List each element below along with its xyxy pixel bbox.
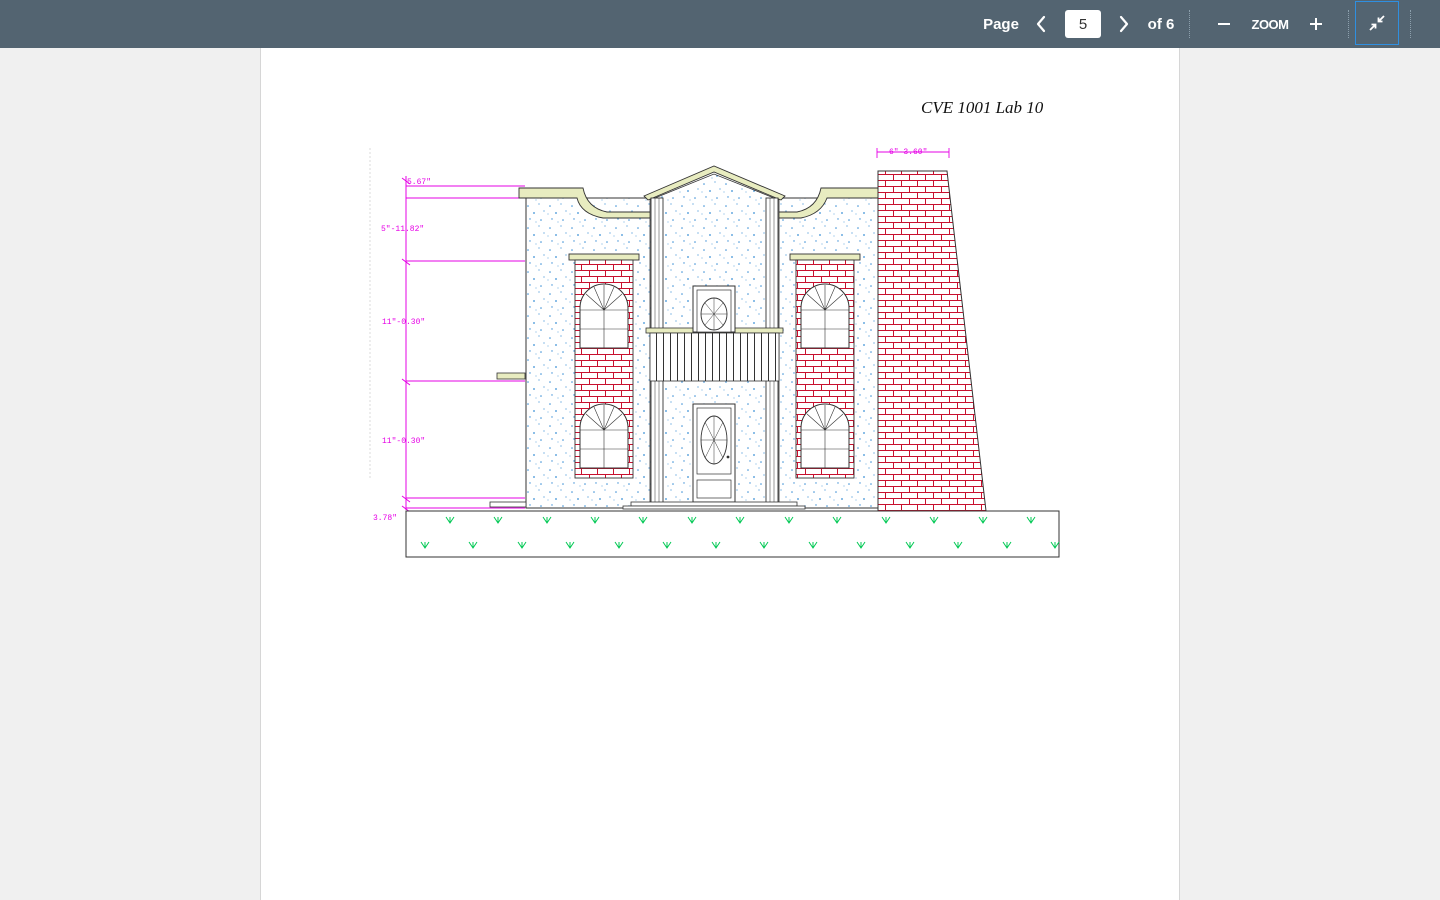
exit-fullscreen-button[interactable]: [1355, 1, 1399, 45]
dim-roof-band: 5"-11.82": [381, 225, 424, 234]
zoom-label: ZOOM: [1251, 16, 1290, 32]
page-number-input[interactable]: [1065, 10, 1101, 38]
previous-page-button[interactable]: [1027, 0, 1055, 48]
balcony-railing: [649, 332, 780, 382]
chevron-left-icon: [1036, 15, 1046, 33]
toolbar-divider: [1348, 10, 1349, 38]
ground-plinth: [405, 510, 1060, 558]
total-pages-label: of 6: [1147, 15, 1175, 33]
dim-lower-floor: 11"-0.30": [382, 437, 425, 446]
pdf-toolbar: Page of 6 ZOOM: [0, 0, 1440, 48]
collapse-arrows-icon: [1369, 15, 1385, 31]
next-page-button[interactable]: [1110, 0, 1138, 48]
minus-icon: [1218, 23, 1230, 25]
plus-icon: [1310, 18, 1322, 30]
dim-top-width: 6"-3.60": [889, 148, 927, 157]
page-label: Page: [983, 15, 1019, 33]
zoom-in-button[interactable]: [1302, 0, 1330, 48]
right-brick-window-tower: [789, 253, 861, 479]
chevron-right-icon: [1119, 15, 1129, 33]
dim-plinth: 3.78": [373, 514, 397, 523]
zoom-out-button[interactable]: [1210, 0, 1238, 48]
house-elevation-drawing: 5.67" 5"-11.82" 11"-0.30" 11"-0.30" 3.78…: [369, 148, 1060, 558]
brick-side-wall: [877, 170, 987, 512]
dim-upper-floor: 11"-0.30": [382, 318, 425, 327]
upper-door: [692, 285, 736, 333]
dim-parapet: 5.67": [407, 178, 431, 187]
document-viewer[interactable]: CVE 1001 Lab 10 5.67" 5"-11.82" 11"-0.30…: [0, 48, 1440, 900]
left-brick-window-tower: [568, 253, 640, 479]
pdf-page: CVE 1001 Lab 10 5.67" 5"-11.82" 11"-0.30…: [260, 48, 1180, 900]
front-door: [692, 403, 736, 503]
toolbar-divider: [1189, 10, 1190, 38]
toolbar-divider: [1410, 10, 1411, 38]
